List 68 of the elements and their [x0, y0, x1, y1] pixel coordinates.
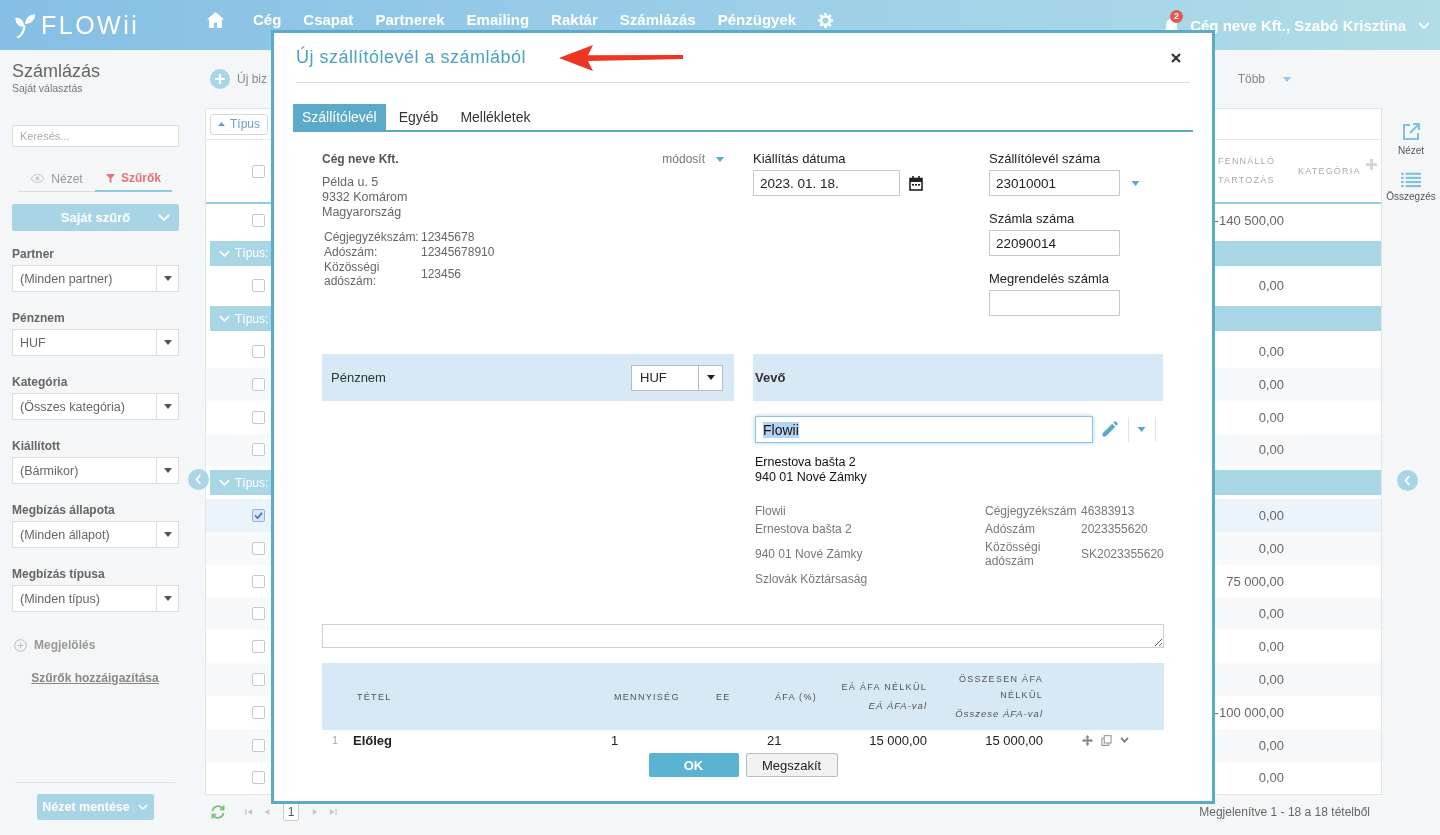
filter-label: Pénznem [12, 311, 66, 325]
id-value: SK2023355620 [1081, 547, 1164, 561]
column-header: EE [716, 690, 731, 704]
table-cell: 0,00 [1258, 540, 1284, 556]
id-label: Közösségi adószám [985, 540, 1042, 568]
table-cell: -140 500,00 [1214, 212, 1284, 228]
table-cell: 0,00 [1258, 672, 1284, 688]
filter-label: Megbízás típusa [12, 567, 106, 581]
id-value: 46383913 [1081, 504, 1136, 518]
address-line: Ernestova bašta 2 [755, 522, 853, 536]
address-line: Ernestova bašta 2 [755, 455, 857, 470]
table-cell: 0,00 [1258, 344, 1284, 360]
address-line: Flowii [755, 504, 787, 518]
table-cell: -100 000,00 [1214, 704, 1284, 720]
id-value: 123456 [421, 267, 463, 281]
id-label: Közösségi adószám: [324, 260, 381, 288]
field-label: Pénznem [331, 370, 386, 385]
field-label: Megrendelés számla [989, 272, 1110, 286]
table-cell-text: 15 000,00 [985, 732, 1044, 748]
address-line: 940 01 Nové Zámky [755, 547, 864, 561]
line-number: 1 [331, 734, 340, 746]
section-heading: Vevő [755, 370, 786, 385]
table-cell: 0,00 [1258, 376, 1284, 392]
table-cell: 75 000,00 [1226, 573, 1284, 589]
id-label: Adószám: [324, 245, 379, 259]
column-header: MENNYISÉG [614, 690, 680, 704]
table-cell: 0,00 [1258, 508, 1284, 524]
page-title: Számlázás [12, 60, 102, 82]
table-cell: 0,00 [1258, 737, 1284, 753]
filter-label: Megbízás állapota [12, 503, 116, 517]
id-value: 12345678910 [421, 245, 496, 259]
table-cell: 0,00 [1258, 442, 1284, 458]
column-subheader: Összese ÁFA-val [955, 707, 1043, 721]
address-line: Szlovák Köztársaság [755, 572, 869, 586]
id-label: Cégjegyzékszám: [324, 230, 420, 244]
notification-badge: 2 [1170, 10, 1184, 23]
table-cell-text: 15 000,00 [869, 732, 928, 748]
table-cell: 0,00 [1258, 639, 1284, 655]
filter-label: Kiállított [12, 439, 61, 453]
table-cell-text: 21 [766, 732, 782, 748]
column-header: TÉTEL [357, 690, 392, 704]
id-label: Adószám [985, 522, 1037, 536]
id-value: 2023355620 [1081, 522, 1149, 536]
table-cell: 0,00 [1258, 606, 1284, 622]
id-value: 12345678 [421, 230, 476, 244]
address-line: Magyarország [322, 205, 403, 220]
address-line: 940 01 Nové Zámky [755, 470, 868, 485]
address-line: 9332 Komárom [322, 190, 409, 205]
column-subheader: EÁ ÁFA-val [868, 699, 927, 713]
dialog-title: Új szállítólevél a számlából [296, 47, 527, 68]
column-header: ÖSSZESEN ÁFA NÉLKÜL [957, 673, 1043, 702]
filter-label: Partner [12, 247, 56, 261]
table-cell: 0,00 [1258, 770, 1284, 786]
address-line: Példa u. 5 [322, 175, 380, 190]
filter-label: Kategória [12, 375, 69, 389]
pagination-summary: Megjelenítve 1 - 18 a 18 tételből [1199, 805, 1370, 819]
table-cell-text: 1 [610, 732, 619, 748]
table-cell: Előleg [353, 732, 392, 748]
table-cell: 0,00 [1258, 409, 1284, 425]
page-subtitle: Saját választás [12, 82, 84, 95]
field-label: Szállítólevél száma [989, 152, 1102, 166]
field-label: Kiállítás dátuma [753, 152, 847, 166]
column-header: EÁ ÁFA NÉLKÜL [841, 681, 927, 694]
column-header: ÁFA (%) [774, 690, 817, 704]
table-cell: 0,00 [1258, 278, 1284, 294]
company-name: Cég neve Kft. [322, 152, 399, 166]
id-label: Cégjegyzékszám [985, 504, 1078, 518]
field-label: Számla száma [989, 212, 1076, 226]
